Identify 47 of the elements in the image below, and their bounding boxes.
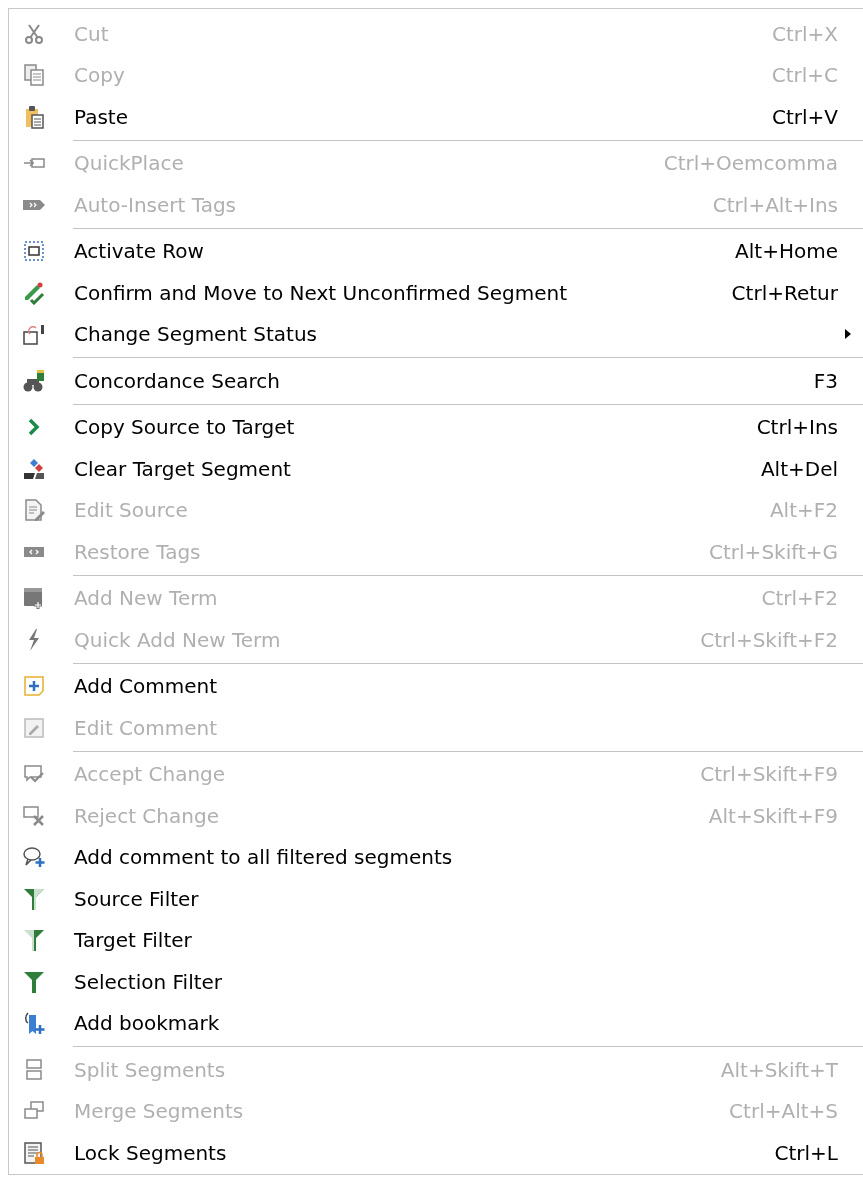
menu-item[interactable]: Copy Source to Target Ctrl+Ins (9, 406, 863, 448)
bookmark-plus-icon (22, 1011, 46, 1036)
note-pencil-icon (22, 715, 46, 740)
menu-item[interactable]: Selection Filter (9, 961, 863, 1003)
documents-icon (22, 63, 46, 88)
shortcut-label: Alt+Home (735, 239, 838, 264)
menu-item[interactable]: Activate Row Alt+Home (9, 230, 863, 272)
shortcut-label: Ctrl+Skift+G (709, 539, 838, 564)
shortcut-label: Ctrl+L (774, 1140, 838, 1165)
menu-item[interactable]: Lock Segments Ctrl+L (9, 1132, 863, 1174)
shortcut-label: Ctrl+F2 (761, 586, 838, 611)
menu-item[interactable]: Target Filter (9, 919, 863, 961)
shortcut-label: Ctrl+Skift+F9 (700, 762, 838, 787)
menu-item[interactable]: Add bookmark (9, 1002, 863, 1044)
menu-item[interactable]: Clear Target Segment Alt+Del (9, 448, 863, 490)
menu-item[interactable]: Confirm and Move to Next Unconfirmed Segment Ctrl+Retur (9, 272, 863, 314)
pencil-check-icon (22, 280, 46, 305)
shortcut-label: Ctrl+Ins (756, 415, 838, 440)
binoculars-icon (22, 368, 46, 393)
dotted-frame-icon (22, 239, 46, 264)
shortcut-label: Ctrl+C (771, 63, 838, 88)
shortcut-label: Ctrl+Retur (731, 280, 838, 305)
menu-item[interactable]: Concordance Search F3 (9, 360, 863, 402)
eraser-icon (22, 456, 46, 481)
shortcut-label: F3 (813, 368, 838, 393)
funnel-icon (22, 886, 46, 911)
shortcut-label: Ctrl+Alt+Ins (712, 192, 838, 217)
menu-item[interactable]: Change Segment Status (9, 313, 863, 355)
shortcut-label: Ctrl+Skift+F2 (700, 627, 838, 652)
menu-item[interactable]: Paste Ctrl+V (9, 96, 863, 138)
shortcut-label: Alt+F2 (769, 498, 838, 523)
menu-item[interactable]: Source Filter (9, 878, 863, 920)
document-lock-icon (22, 1140, 46, 1165)
funnel-icon (22, 928, 46, 953)
note-plus-icon (22, 674, 46, 699)
menu-item[interactable]: Add comment to all filtered segments (9, 836, 863, 878)
shortcut-label: Ctrl+X (771, 21, 838, 46)
menu-item[interactable]: Add Comment (9, 665, 863, 707)
shortcut-label: Alt+Skift+T (720, 1057, 838, 1082)
shortcut-label: Ctrl+V (771, 104, 838, 129)
funnel-icon (22, 969, 46, 994)
shortcut-label: Alt+Skift+F9 (708, 803, 838, 828)
shortcut-label: Alt+Del (760, 456, 838, 481)
shortcut-label: Ctrl+Oemcomma (663, 151, 838, 176)
speech-bubble-plus-icon (22, 845, 46, 870)
shortcut-label: Ctrl+Alt+S (729, 1099, 838, 1124)
document-pencil-icon (22, 498, 46, 523)
